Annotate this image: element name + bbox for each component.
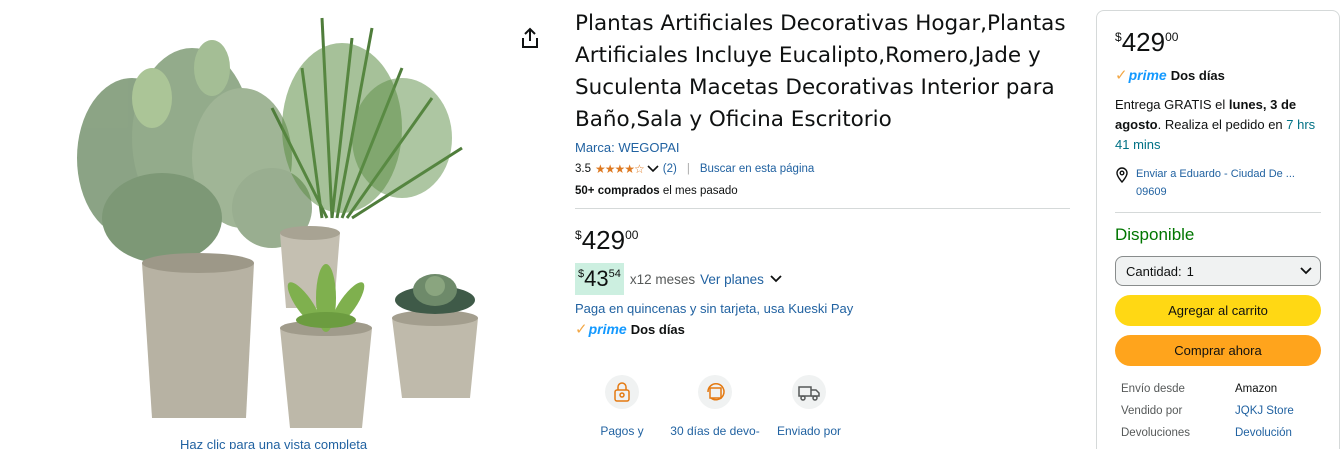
price-whole: 429 bbox=[581, 225, 626, 255]
info-row: Envío desde Amazon bbox=[1121, 383, 1278, 395]
prime-logo: prime bbox=[1128, 67, 1167, 83]
delivery-info: Entrega GRATIS el lunes, 3 de agosto. Re… bbox=[1115, 97, 1316, 152]
chevron-down-icon bbox=[1300, 267, 1312, 275]
product-details: Plantas Artificiales Decorativas Hogar,P… bbox=[575, 8, 1075, 339]
prime-badge: ✓ prime Dos días bbox=[1115, 65, 1321, 85]
info-row: Devoluciones Devolución bbox=[1115, 422, 1321, 444]
rating-row: 3.5 ★★★★☆ (2) | Buscar en esta página bbox=[575, 158, 1075, 180]
rating-value: 3.5 bbox=[575, 163, 591, 175]
location-zip[interactable]: 09609 bbox=[1136, 183, 1295, 201]
product-image[interactable] bbox=[72, 8, 496, 428]
brand-link[interactable]: Marca: WEGOPAI bbox=[575, 138, 1075, 158]
location-pin-icon bbox=[1116, 167, 1128, 183]
delivery-location-link[interactable]: Enviar a Eduardo - Ciudad De ... 09609 bbox=[1115, 165, 1321, 201]
quantity-select[interactable]: Cantidad: 1 bbox=[1115, 256, 1321, 286]
returns-box-icon bbox=[698, 375, 732, 409]
quantity-label: Cantidad: bbox=[1126, 263, 1182, 279]
divider bbox=[575, 208, 1070, 209]
installment-row: $ 43 54 x12 meses Ver planes bbox=[575, 263, 1075, 295]
search-page-link[interactable]: Buscar en esta página bbox=[700, 158, 814, 180]
quantity-value: 1 bbox=[1186, 263, 1194, 279]
prime-logo: prime bbox=[588, 321, 627, 337]
chevron-down-icon[interactable] bbox=[647, 164, 659, 174]
seller-link[interactable]: JQKJ Store bbox=[1235, 400, 1294, 422]
image-caption[interactable]: Haz clic para una vista completa bbox=[180, 437, 367, 449]
installment-price: $ 43 54 bbox=[575, 263, 624, 295]
info-row: Vendido por JQKJ Store bbox=[1115, 400, 1321, 422]
location-text[interactable]: Enviar a Eduardo - Ciudad De ... bbox=[1136, 165, 1295, 183]
returns-link[interactable]: Devolución bbox=[1235, 422, 1292, 444]
buy-now-button[interactable]: Comprar ahora bbox=[1115, 335, 1321, 366]
divider bbox=[1115, 212, 1321, 213]
feature-secure-payment[interactable]: Pagos y bbox=[572, 375, 672, 440]
installment-term: x12 meses bbox=[629, 271, 696, 287]
view-plans-link[interactable]: Ver planes bbox=[700, 272, 764, 287]
stock-status: Disponible bbox=[1115, 225, 1195, 244]
prime-days: Dos días bbox=[630, 321, 685, 337]
feature-returns[interactable]: 30 días de devo- bbox=[665, 375, 765, 440]
prime-badge: ✓ prime Dos días bbox=[575, 319, 1075, 339]
feature-shipped-by[interactable]: Enviado por bbox=[759, 375, 859, 440]
feature-icons: Pagos y 30 días de devo- Enviado por bbox=[575, 375, 875, 449]
prime-check-icon: ✓ bbox=[575, 321, 588, 338]
chevron-down-icon[interactable] bbox=[770, 274, 782, 284]
price-fraction: 00 bbox=[625, 228, 639, 242]
review-count-link[interactable]: (2) bbox=[663, 158, 677, 180]
buybox-price: $ 429 00 bbox=[1115, 27, 1179, 57]
feature-label[interactable]: Enviado por bbox=[759, 423, 859, 440]
buy-box: $ 429 00 ✓ prime Dos días Entrega GRATIS… bbox=[1096, 10, 1340, 449]
kueski-pay-link[interactable]: Paga en quincenas y sin tarjeta, usa Kue… bbox=[575, 299, 1075, 319]
share-icon[interactable] bbox=[518, 26, 542, 50]
seller-info: Envío desde Amazon Vendido por JQKJ Stor… bbox=[1115, 378, 1321, 444]
feature-label[interactable]: 30 días de devo- bbox=[665, 423, 765, 440]
star-rating[interactable]: ★★★★☆ bbox=[595, 158, 645, 180]
add-to-cart-button[interactable]: Agregar al carrito bbox=[1115, 295, 1321, 326]
secure-payment-icon bbox=[605, 375, 639, 409]
feature-label[interactable]: Pagos y bbox=[572, 423, 672, 440]
separator: | bbox=[686, 163, 690, 175]
image-gallery: Haz clic para una vista completa bbox=[60, 0, 500, 449]
prime-check-icon: ✓ bbox=[1115, 67, 1128, 84]
prime-days: Dos días bbox=[1170, 67, 1225, 83]
product-title: Plantas Artificiales Decorativas Hogar,P… bbox=[575, 11, 1066, 132]
price: $ 429 00 bbox=[575, 225, 639, 255]
bought-count: 50+ comprados el mes pasado bbox=[575, 185, 738, 197]
delivery-truck-icon bbox=[792, 375, 826, 409]
